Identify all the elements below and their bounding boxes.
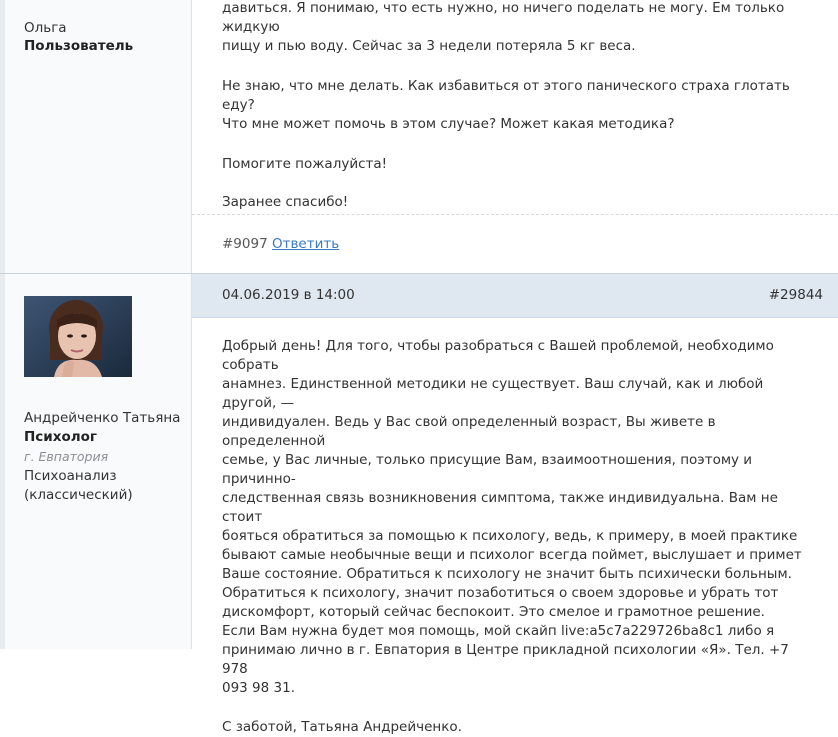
author-name[interactable]: Ольга [24,20,67,36]
post-id: #9097 [222,236,268,252]
message-line: анамнез. Единственной методики не сущест… [222,376,764,411]
post-number[interactable]: #29844 [769,287,823,303]
author-role: Пользователь [24,38,134,54]
specialty-line: (классический) [24,487,133,503]
author-city: г. Евпатория [24,449,109,464]
forum-post: Андрейченко Татьяна Психолог г. Евпатори… [0,274,838,735]
post-header: 04.06.2019 в 14:00 #29844 [192,274,838,318]
message-line: Обратиться к психологу, значит позаботит… [222,585,779,601]
post-content: 04.06.2019 в 14:00 #29844 Добрый день! Д… [192,274,838,735]
divider [192,214,838,215]
author-name[interactable]: Андрейченко Татьяна [24,410,180,426]
post-content: давиться. Я понимаю, что есть нужно, но … [192,0,838,273]
author-panel: Ольга Пользователь [0,0,192,273]
message-line: бояться обратиться за помощью к психолог… [222,528,798,544]
message-line: Заранее спасибо! [222,194,349,210]
message-line: Помогите пожалуйста! [222,156,388,172]
message-line: давиться. Я понимаю, что есть нужно, но … [222,0,785,35]
post-date: 04.06.2019 в 14:00 [222,287,355,303]
message-line: следственная связь возникновения симптом… [222,490,778,525]
message-line: Если Вам нужна будет моя помощь, мой ска… [222,623,775,639]
avatar[interactable] [24,296,132,377]
message-line: дискомфорт, который сейчас беспокоит. Эт… [222,604,765,620]
avatar-image [24,296,132,377]
message-line: семье, у Вас личные, только присущие Вам… [222,452,753,487]
message-line: 093 98 31. [222,680,295,696]
message-line: Добрый день! Для того, чтобы разобраться… [222,338,774,373]
signature: С заботой, Татьяна Андрейченко. [222,719,462,735]
message-body: давиться. Я понимаю, что есть нужно, но … [222,0,802,212]
message-line: принимаю лично в г. Евпатория в Центре п… [222,642,789,677]
message-line: пищу и пью воду. Сейчас за 3 недели поте… [222,38,636,54]
message-line: Что мне может помочь в этом случае? Може… [222,116,675,132]
author-role: Психолог [24,429,97,445]
message-line: бывают самые необычные вещи и психолог в… [222,547,802,563]
post-footer: #9097 Ответить [222,236,339,252]
message-line: Не знаю, что мне делать. Как избавиться … [222,78,790,113]
message-line: индивидуален. Ведь у Вас свой определенн… [222,414,716,449]
message-line: Ваше состояние. Обратиться к психологу н… [222,566,792,582]
author-panel: Андрейченко Татьяна Психолог г. Евпатори… [0,274,192,649]
specialty-line: Психоанализ [24,468,117,484]
forum-post: Ольга Пользователь давиться. Я понимаю, … [0,0,838,274]
message-body: Добрый день! Для того, чтобы разобраться… [222,337,802,737]
reply-link[interactable]: Ответить [272,236,339,252]
author-specialty: Психоанализ (классический) [24,467,189,505]
